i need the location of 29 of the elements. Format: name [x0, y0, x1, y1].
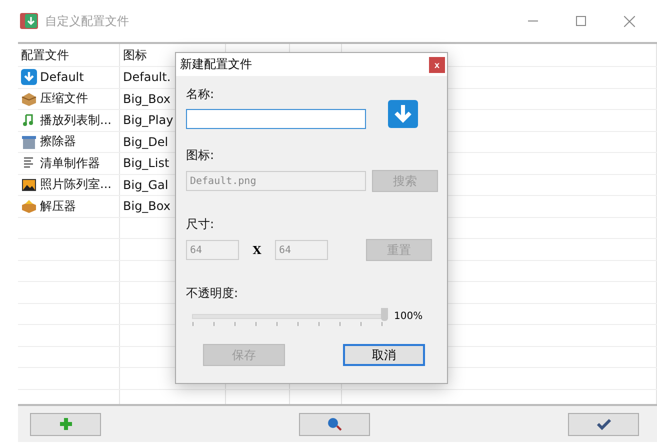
icon-file-name: Default. — [123, 70, 171, 84]
icon-file-name: Big_Box — [123, 199, 170, 214]
width-field[interactable]: 64 — [186, 240, 239, 260]
icon-field[interactable]: Default.png — [186, 171, 366, 191]
profile-name: 擦除器 — [40, 133, 76, 150]
icon-file-name: Big_Box — [123, 92, 170, 106]
column-header[interactable]: 配置文件 — [21, 46, 69, 64]
dialog-title: 新建配置文件 — [180, 56, 252, 73]
window-title: 自定义配置文件 — [45, 12, 129, 30]
profile-name: 照片陈列室... — [40, 176, 112, 194]
column-header[interactable]: 图标 — [123, 46, 147, 64]
profile-name: Default — [40, 70, 84, 84]
height-field[interactable]: 64 — [275, 240, 328, 260]
field-label: 名称: — [186, 86, 216, 103]
opacity-reading: 100% — [394, 310, 423, 322]
profile-name: 解压器 — [40, 198, 76, 215]
cancel-button[interactable]: 取消 — [343, 344, 425, 366]
profile-name: 清单制作器 — [40, 154, 100, 172]
icon-file-name: Big_Gal — [123, 178, 168, 192]
icon-file-name: Big_List — [123, 156, 170, 170]
field-label: 尺寸: — [186, 216, 216, 233]
icon-file-name: Big_Play — [123, 113, 174, 128]
profile-name: 播放列表制... — [40, 112, 112, 129]
profile-name: 压缩文件 — [40, 90, 88, 108]
field-label: 不透明度: — [186, 285, 240, 302]
icon-file-name: Big_Del — [123, 134, 168, 149]
times-sign: X — [252, 244, 262, 256]
field-label: 图标: — [186, 147, 216, 164]
close-button[interactable]: x — [429, 56, 445, 72]
